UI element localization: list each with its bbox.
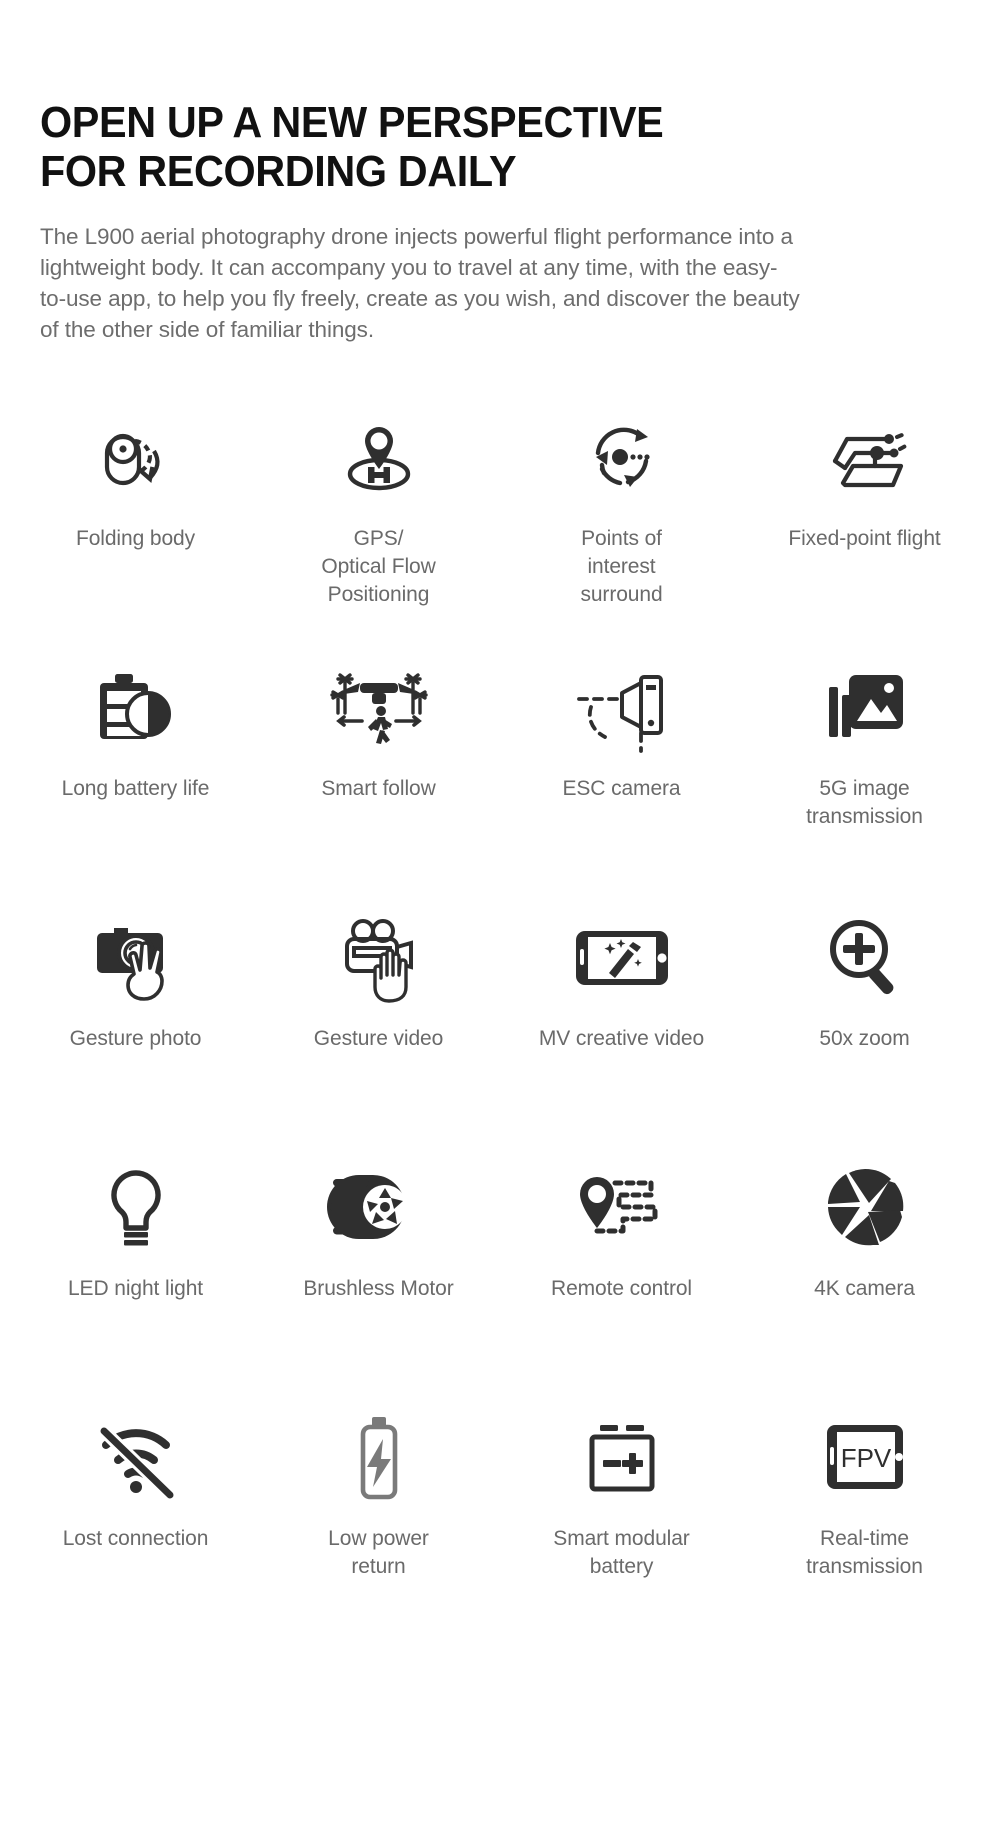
feature-label: Low power return [328, 1526, 429, 1578]
feature-label: Lost connection [62, 1526, 209, 1550]
feature-label: Smart modular battery [553, 1526, 690, 1578]
feature-label: Long battery life [61, 776, 210, 800]
feature-item: ESC camera [500, 647, 743, 897]
feature-label: LED night light [67, 1276, 204, 1300]
fixed-point-flight-icon [815, 405, 915, 509]
feature-label: Gesture photo [69, 1026, 202, 1050]
feature-item: Smart follow [257, 647, 500, 897]
image-transmission-icon [819, 655, 911, 759]
feature-label: Remote control [551, 1276, 692, 1300]
mv-creative-video-icon [566, 905, 678, 1009]
feature-label: ESC camera [562, 776, 681, 800]
svg-text:FPV: FPV [840, 1443, 891, 1473]
battery-life-icon [90, 655, 182, 759]
feature-label: 4K camera [814, 1276, 915, 1300]
gesture-photo-icon [86, 905, 186, 1009]
feature-grid: Folding body GPS/ Optical Flow Positioni… [0, 397, 1000, 1687]
folding-body-icon [90, 405, 182, 509]
feature-item: GPS/ Optical Flow Positioning [257, 397, 500, 647]
esc-camera-icon [567, 655, 677, 759]
feature-item: Low power return [257, 1397, 500, 1647]
feature-label: 50x zoom [819, 1026, 910, 1050]
feature-label: Fixed-point flight [788, 526, 941, 550]
hero-section: OPEN UP A NEW PERSPECTIVE FOR RECORDING … [0, 0, 1000, 345]
gesture-video-icon [329, 905, 429, 1009]
feature-item: Lost connection [14, 1397, 257, 1647]
feature-item: Points of interest surround [500, 397, 743, 647]
modular-battery-icon [576, 1405, 668, 1509]
feature-label: 5G image transmission [806, 776, 923, 828]
brushless-motor-icon [326, 1155, 431, 1259]
low-battery-icon [333, 1405, 425, 1509]
hero-description: The L900 aerial photography drone inject… [40, 223, 800, 342]
remote-control-route-icon [567, 1155, 677, 1259]
feature-item: 5G image transmission [743, 647, 986, 897]
feature-item: 50x zoom [743, 897, 986, 1147]
feature-label: Gesture video [313, 1026, 444, 1050]
feature-item: Folding body [14, 397, 257, 647]
feature-item: Smart modular battery [500, 1397, 743, 1647]
feature-label: Points of interest surround [580, 526, 663, 606]
feature-label: Smart follow [321, 776, 436, 800]
feature-item: FPV Real-time transmission [743, 1397, 986, 1647]
feature-label: MV creative video [538, 1026, 705, 1050]
camera-shutter-icon [819, 1155, 911, 1259]
points-of-interest-surround-icon [576, 405, 668, 509]
feature-item: MV creative video [500, 897, 743, 1147]
feature-item: Remote control [500, 1147, 743, 1397]
zoom-in-icon [819, 905, 911, 1009]
gps-positioning-icon [333, 405, 425, 509]
feature-item: Gesture video [257, 897, 500, 1147]
feature-item: Long battery life [14, 647, 257, 897]
page-title: OPEN UP A NEW PERSPECTIVE FOR RECORDING … [40, 98, 664, 197]
lightbulb-icon [90, 1155, 182, 1259]
feature-label: GPS/ Optical Flow Positioning [321, 526, 436, 606]
feature-item: 4K camera [743, 1147, 986, 1397]
feature-label: Folding body [75, 526, 196, 550]
feature-item: Gesture photo [14, 897, 257, 1147]
feature-item: Fixed-point flight [743, 397, 986, 647]
wifi-off-icon [90, 1405, 182, 1509]
product-feature-page: OPEN UP A NEW PERSPECTIVE FOR RECORDING … [0, 0, 1000, 1847]
feature-label: Real-time transmission [806, 1526, 923, 1578]
feature-label: Brushless Motor [303, 1276, 454, 1300]
feature-item: Brushless Motor [257, 1147, 500, 1397]
fpv-screen-icon: FPV [813, 1405, 917, 1509]
feature-item: LED night light [14, 1147, 257, 1397]
smart-follow-icon [324, 655, 434, 759]
